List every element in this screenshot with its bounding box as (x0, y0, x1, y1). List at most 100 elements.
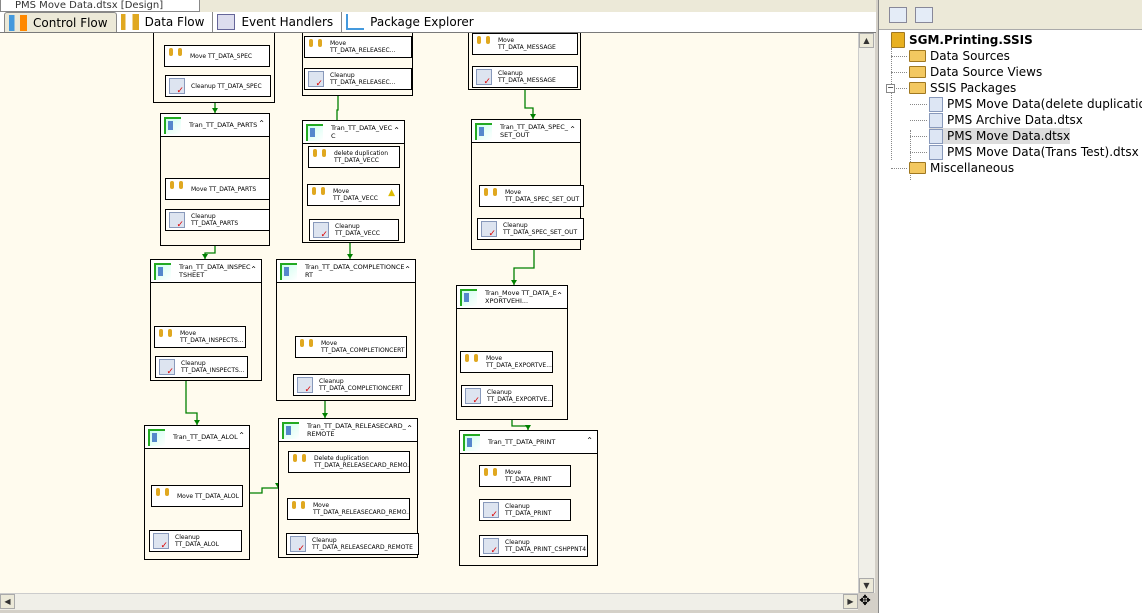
tab-control-flow[interactable]: Control Flow (4, 12, 117, 32)
tree-item-label: Data Source Views (930, 65, 1043, 79)
container-header[interactable]: Tran_Move TT_DATA_EXPORTVEHI... ⌃ (457, 286, 567, 309)
execute-sql-task[interactable]: CleanupTT_DATA_MESSAGE (472, 66, 578, 88)
data-flow-task[interactable]: Move TT_DATA_MESSAGE (472, 33, 578, 55)
data-flow-task[interactable]: Move TT_DATA_SPEC (164, 45, 270, 67)
precedence-constraint[interactable] (336, 96, 339, 120)
execute-sql-task[interactable]: CleanupTT_DATA_VECC (309, 219, 399, 241)
sql-task-icon (308, 71, 324, 88)
folder-icon (909, 162, 926, 174)
data-flow-task[interactable]: Move TT_DATA_VECC ▲ (307, 184, 400, 206)
data-flow-task[interactable]: Move TT_DATA_RELEASECARD_REMO... (287, 498, 410, 520)
project-icon (891, 32, 905, 48)
collapse-icon[interactable]: ⌃ (258, 120, 265, 128)
scroll-up-button[interactable]: ▲ (859, 33, 874, 48)
horizontal-scrollbar[interactable]: ◀ ▶ (0, 593, 858, 610)
data-flow-task[interactable]: delete duplication TT_DATA_VECC (308, 146, 400, 168)
package-icon (929, 128, 943, 144)
execute-sql-task[interactable]: CleanupTT_DATA_EXPORTVE... (461, 385, 553, 407)
sequence-container-icon (148, 428, 165, 446)
collapse-icon[interactable]: ⌃ (404, 266, 411, 274)
execute-sql-task[interactable]: CleanupTT_DATA_COMPLETIONCERT (293, 374, 410, 396)
tree-item[interactable]: Data Sources (909, 48, 1010, 64)
tab-package-explorer[interactable]: Package Explorer (342, 12, 482, 32)
container-header[interactable]: Tran_TT_DATA_PRINT ⌃ (460, 431, 597, 454)
container-header[interactable]: Tran_TT_DATA_RELEASECARD_REMOTE ⌃ (279, 419, 417, 442)
container-header[interactable]: Tran_TT_DATA_INSPECTSHEET ⌃ (151, 260, 261, 283)
container-header[interactable]: Tran_TT_DATA_ALOL ⌃ (145, 426, 249, 449)
sql-task-icon (483, 502, 499, 519)
execute-sql-task[interactable]: CleanupTT_DATA_ALOL (149, 530, 242, 552)
project-node[interactable]: SGM.Printing.SSIS (891, 32, 1033, 48)
tree-item-label: Data Sources (930, 49, 1010, 63)
execute-sql-task[interactable]: CleanupTT_DATA_PARTS (165, 209, 270, 231)
data-flow-task[interactable]: Move TT_DATA_INSPECTS... (154, 326, 246, 348)
sql-task-icon (297, 377, 313, 394)
collapse-icon[interactable]: ⌃ (393, 127, 400, 135)
task-label: Cleanup TT_DATA_ALOL (175, 534, 219, 548)
data-flow-task[interactable]: Move TT_DATA_PRINT (479, 465, 571, 487)
collapse-icon[interactable]: ⌃ (556, 292, 563, 300)
container-header[interactable]: Tran_TT_DATA_COMPLETIONCERT ⌃ (277, 260, 415, 283)
tree-item[interactable]: PMS Archive Data.dtsx (929, 112, 1083, 128)
precedence-constraint[interactable] (204, 246, 216, 259)
data-flow-task[interactable]: Move TT_DATA_PARTS (165, 178, 270, 200)
scroll-left-button[interactable]: ◀ (0, 594, 15, 609)
sequence-container-icon (280, 262, 297, 280)
execute-sql-task[interactable]: CleanupTT_DATA_RELEASECARD_REMOTE (286, 533, 419, 555)
collapse-icon[interactable]: ⌃ (406, 425, 413, 433)
document-tab[interactable]: PMS Move Data.dtsx [Design] (0, 0, 200, 12)
task-label: Cleanup TT_DATA_MESSAGE (498, 70, 556, 84)
execute-sql-task[interactable]: Cleanup TT_DATA_SPEC (165, 75, 271, 97)
view-code-icon[interactable] (915, 6, 933, 23)
vertical-scrollbar[interactable]: ▲ ▼ (858, 33, 875, 593)
tree-item[interactable]: PMS Move Data.dtsx (929, 128, 1071, 144)
data-flow-task[interactable]: Move TT_DATA_EXPORTVE... (460, 351, 553, 373)
execute-sql-task[interactable]: CleanupTT_DATA_INSPECTS... (155, 356, 248, 378)
project-label: SGM.Printing.SSIS (909, 33, 1033, 47)
properties-icon[interactable] (889, 6, 907, 23)
tree-item[interactable]: Miscellaneous (909, 160, 1014, 176)
collapse-icon[interactable]: ⌃ (250, 266, 257, 274)
tab-data-flow[interactable]: Data Flow (117, 12, 214, 32)
data-flow-task[interactable]: Move TT_DATA_COMPLETIONCERT (295, 336, 407, 358)
execute-sql-task[interactable]: CleanupTT_DATA_PRINT (479, 499, 571, 521)
tree-item[interactable]: PMS Move Data(delete duplication).dtsx (929, 96, 1142, 112)
container-header[interactable]: Tran_TT_DATA_PARTS ⌃ (161, 114, 269, 137)
tree-item[interactable]: PMS Move Data(Trans Test).dtsx (929, 144, 1139, 160)
collapse-toggle-icon[interactable]: − (886, 84, 895, 93)
tab-label: Package Explorer (370, 15, 474, 29)
precedence-constraint[interactable] (185, 381, 198, 425)
data-flow-task[interactable]: Move TT_DATA_ALOL (151, 485, 243, 507)
container-header[interactable]: Tran_TT_DATA_VECC ⌃ (303, 121, 404, 144)
task-label: Move TT_DATA_RELEASECARD_REMO... (313, 502, 410, 516)
execute-sql-task[interactable]: CleanupTT_DATA_RELEASEC... (304, 68, 412, 90)
precedence-constraint[interactable] (513, 250, 535, 285)
precedence-constraint[interactable] (250, 487, 278, 494)
container-title: Tran_TT_DATA_VECC (331, 124, 393, 140)
execute-sql-task[interactable]: CleanupTT_DATA_PRINT_CSHPPNT4 (479, 535, 588, 557)
control-flow-icon (9, 14, 27, 31)
tree-item[interactable]: Data Source Views (909, 64, 1042, 80)
title-strip: PMS Move Data.dtsx [Design] (0, 0, 876, 12)
task-label: Delete duplication TT_DATA_RELEASECARD_RE… (314, 455, 410, 469)
tree-item-label: PMS Move Data.dtsx (947, 129, 1071, 143)
data-flow-task[interactable]: Delete duplication TT_DATA_RELEASECARD_RE… (288, 451, 410, 473)
task-label: Move TT_DATA_INSPECTS... (180, 330, 244, 344)
collapse-icon[interactable]: ⌃ (586, 437, 593, 445)
sequence-container-icon (460, 288, 477, 306)
task-label: Cleanup TT_DATA_SPEC_SET_OUT (503, 222, 578, 236)
tab-event-handlers[interactable]: Event Handlers (213, 12, 343, 32)
task-label: Cleanup TT_DATA_PRINT (505, 503, 552, 517)
execute-sql-task[interactable]: CleanupTT_DATA_SPEC_SET_OUT (477, 218, 584, 240)
tree-item[interactable]: SSIS Packages (909, 80, 1016, 96)
collapse-icon[interactable]: ⌃ (569, 126, 576, 134)
folder-icon (909, 66, 926, 78)
tree-line (910, 152, 927, 153)
scroll-down-button[interactable]: ▼ (859, 578, 874, 593)
control-flow-canvas[interactable]: Move TT_DATA_SPEC Cleanup TT_DATA_SPEC Mov… (0, 33, 858, 593)
container-header[interactable]: Tran_TT_DATA_SPEC_SET_OUT ⌃ (472, 120, 580, 143)
data-flow-task[interactable]: Move TT_DATA_RELEASEC... (304, 36, 412, 58)
collapse-icon[interactable]: ⌃ (238, 432, 245, 440)
data-flow-task[interactable]: Move TT_DATA_SPEC_SET_OUT (479, 185, 584, 207)
pan-icon[interactable]: ✥ (855, 593, 875, 610)
